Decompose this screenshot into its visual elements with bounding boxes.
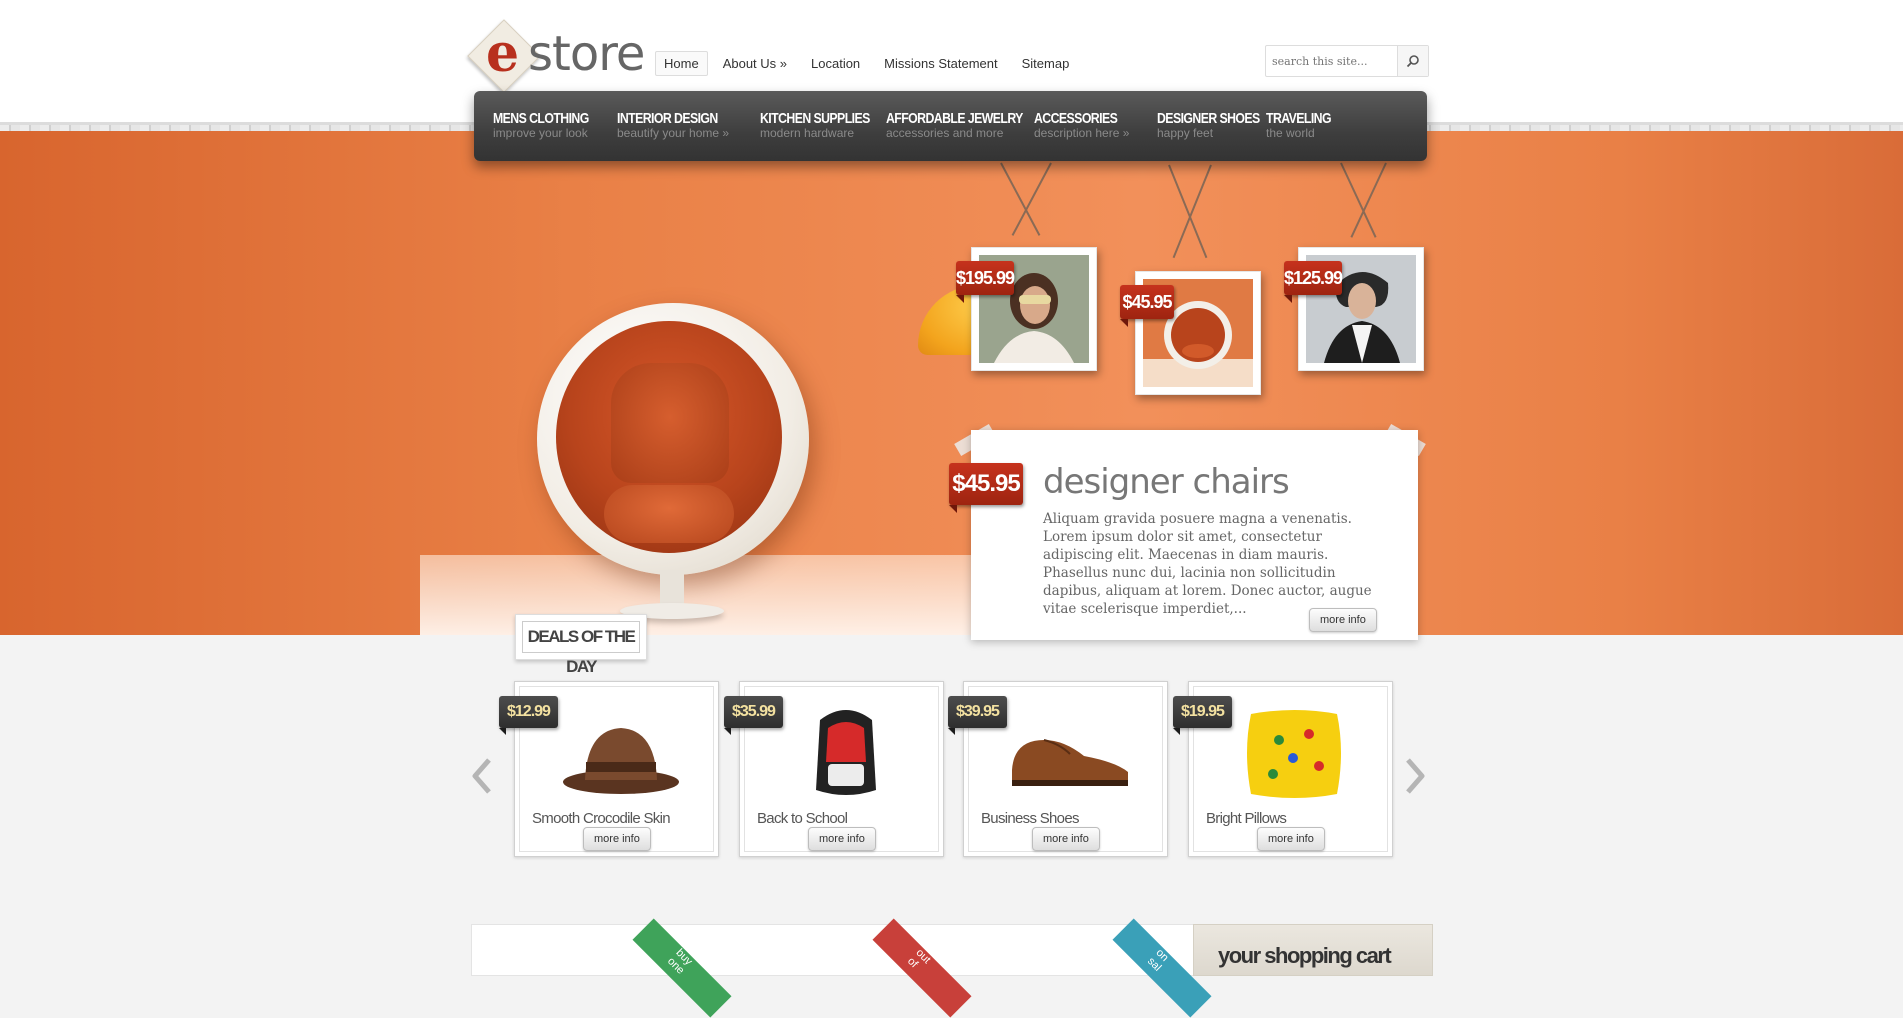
- nav-kitchen-supplies[interactable]: KITCHEN SUPPLIES modern hardware: [760, 111, 894, 140]
- topnav-location[interactable]: Location: [802, 51, 869, 76]
- ribbon-text: on sal: [1145, 946, 1171, 974]
- deal-card[interactable]: $19.95 Bright Pillows more info: [1173, 681, 1393, 857]
- nav-accessories[interactable]: ACCESSORIES description here »: [1034, 111, 1136, 140]
- nav-title: TRAVELING: [1266, 110, 1332, 127]
- nav-title: KITCHEN SUPPLIES: [760, 110, 870, 127]
- shoe-image: [1012, 739, 1128, 786]
- frame-string: [1340, 162, 1377, 238]
- frame-string: [1011, 162, 1052, 236]
- deal-card[interactable]: $35.99 Back to School more info: [724, 681, 944, 857]
- nav-subtitle: accessories and more: [886, 126, 1004, 140]
- hero-slider: $195.99 $45.95 $125.99: [0, 122, 1903, 635]
- topnav-mission[interactable]: Missions Statement: [875, 51, 1006, 76]
- deal-name: Back to School: [757, 810, 848, 827]
- deals-label-text: DEALS OF THE DAY: [522, 621, 640, 676]
- deals-of-the-day-label: DEALS OF THE DAY: [515, 614, 647, 676]
- search-box: [1265, 45, 1429, 77]
- nav-title: MENS CLOTHING: [493, 110, 589, 127]
- deal-name: Smooth Crocodile Skin: [532, 810, 671, 827]
- search-icon: [1406, 55, 1419, 68]
- deal-card[interactable]: $39.95 Business Shoes more info: [948, 681, 1168, 857]
- chevron-right-icon[interactable]: [1402, 756, 1428, 796]
- backpack-image: [816, 710, 876, 795]
- deal-name: Bright Pillows: [1206, 810, 1287, 827]
- deal-more-info-button[interactable]: more info: [1257, 827, 1325, 851]
- chevron-left-icon[interactable]: [469, 756, 495, 796]
- nav-interior-design[interactable]: INTERIOR DESIGN beautify your home »: [617, 111, 740, 140]
- nav-subtitle: improve your look: [493, 126, 588, 140]
- hero-frame-3-price: $125.99: [1284, 261, 1343, 303]
- nav-mens-clothing[interactable]: MENS CLOTHING improve your look: [493, 111, 610, 140]
- shopping-cart-title: your shopping cart: [1218, 943, 1392, 968]
- deal-price: $39.95: [948, 696, 1007, 735]
- deal-name: Business Shoes: [981, 810, 1079, 827]
- deal-price: $12.99: [499, 696, 558, 735]
- featured-product-description: Aliquam gravida posuere magna a venenati…: [1043, 511, 1372, 617]
- top-navigation: Home About Us » Location Missions Statem…: [655, 51, 1078, 76]
- nav-subtitle: beautify your home »: [617, 126, 730, 140]
- nav-title: AFFORDABLE JEWELRY: [886, 110, 1023, 127]
- featured-product-title: designer chairs: [1043, 462, 1290, 502]
- nav-designer-shoes[interactable]: DESIGNER SHOES happy feet: [1157, 111, 1282, 140]
- logo-word: store: [528, 26, 645, 82]
- nav-title: ACCESSORIES: [1034, 110, 1118, 127]
- frame-string: [1000, 162, 1041, 236]
- nav-traveling[interactable]: TRAVELING the world: [1266, 111, 1345, 140]
- frame-string: [1168, 164, 1208, 259]
- shopping-cart-box[interactable]: your shopping cart: [1193, 924, 1433, 976]
- ribbon-buy-one: buy one: [632, 918, 732, 1018]
- featured-more-info-button[interactable]: more info: [1309, 608, 1377, 632]
- hero-frame-2-price: $45.95: [1120, 285, 1174, 327]
- nav-affordable-jewelry[interactable]: AFFORDABLE JEWELRY accessories and more: [886, 111, 1053, 140]
- site-logo[interactable]: e store: [467, 19, 645, 93]
- hat-image: [563, 728, 679, 794]
- pillow-image: [1247, 710, 1341, 798]
- nav-subtitle: the world: [1266, 126, 1315, 140]
- featured-product-card: designer chairs Aliquam gravida posuere …: [971, 430, 1418, 640]
- deal-card[interactable]: $12.99 Smooth Crocodile Skin more info: [499, 681, 719, 857]
- ribbon-text: out of: [905, 946, 933, 971]
- nav-subtitle: happy feet: [1157, 126, 1214, 140]
- category-navigation: MENS CLOTHING improve your look INTERIOR…: [474, 91, 1427, 161]
- ribbon-out-of: out of: [872, 918, 972, 1018]
- hero-frame-1-price: $195.99: [956, 261, 1015, 303]
- frame-string: [1172, 164, 1212, 259]
- nav-subtitle: modern hardware: [760, 126, 855, 140]
- nav-title: INTERIOR DESIGN: [617, 110, 718, 127]
- topnav-home[interactable]: Home: [655, 51, 708, 76]
- topnav-about[interactable]: About Us »: [714, 51, 796, 76]
- ribbon-text: buy one: [665, 946, 695, 977]
- featured-product-price: $45.95: [949, 463, 1023, 513]
- nav-title: DESIGNER SHOES: [1157, 110, 1260, 127]
- deal-price: $19.95: [1173, 696, 1232, 735]
- search-input[interactable]: [1270, 49, 1392, 73]
- topnav-sitemap[interactable]: Sitemap: [1013, 51, 1079, 76]
- pod-chair-back: [611, 363, 729, 483]
- search-button[interactable]: [1397, 46, 1428, 76]
- deal-more-info-button[interactable]: more info: [808, 827, 876, 851]
- deal-price: $35.99: [724, 696, 783, 735]
- deal-more-info-button[interactable]: more info: [1032, 827, 1100, 851]
- pod-chair-seat: [604, 485, 734, 543]
- logo-letter: e: [486, 23, 520, 84]
- deal-more-info-button[interactable]: more info: [583, 827, 651, 851]
- nav-subtitle: description here »: [1034, 126, 1130, 140]
